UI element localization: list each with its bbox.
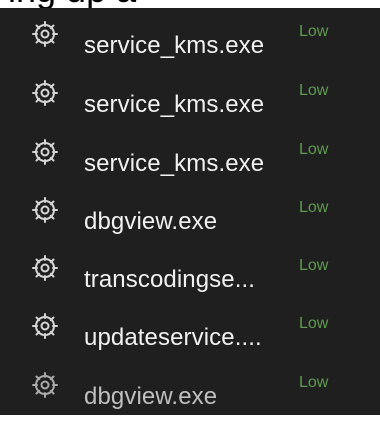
- process-row[interactable]: service_kms.exe Low: [0, 8, 380, 64]
- risk-level-label: Low: [299, 315, 329, 332]
- process-list-panel: ing up a service_kms.exe Low: [0, 0, 380, 423]
- process-row[interactable]: service_kms.exe Low: [0, 126, 380, 182]
- risk-level-label: Low: [299, 257, 329, 274]
- bottom-border-strip: [0, 415, 380, 423]
- risk-level-label: Low: [299, 82, 329, 99]
- gear-icon: [31, 20, 59, 48]
- gear-icon: [31, 371, 59, 399]
- process-name: dbgview.exe: [84, 383, 218, 410]
- process-list: service_kms.exe Low service_kms.exe Low: [0, 8, 380, 415]
- process-name: service_kms.exe: [84, 91, 265, 118]
- process-name: service_kms.exe: [84, 150, 265, 177]
- process-row[interactable]: service_kms.exe Low: [0, 67, 380, 123]
- process-name: dbgview.exe: [84, 208, 218, 235]
- gear-icon: [31, 79, 59, 107]
- risk-level-label: Low: [299, 374, 329, 391]
- risk-level-label: Low: [299, 141, 329, 158]
- process-name: updateservice....: [84, 324, 262, 351]
- risk-level-label: Low: [299, 199, 329, 216]
- top-cropped-header: ing up a: [0, 0, 380, 8]
- gear-icon: [31, 312, 59, 340]
- process-row[interactable]: dbgview.exe Low: [0, 184, 380, 240]
- cropped-header-text: ing up a: [8, 0, 136, 8]
- process-name: service_kms.exe: [84, 32, 265, 59]
- gear-icon: [31, 254, 59, 282]
- process-row[interactable]: dbgview.exe Low: [0, 359, 380, 415]
- process-row[interactable]: updateservice.... Low: [0, 300, 380, 356]
- risk-level-label: Low: [299, 23, 329, 40]
- gear-icon: [31, 196, 59, 224]
- process-name: transcodingse...: [84, 266, 256, 293]
- process-row[interactable]: transcodingse... Low: [0, 242, 380, 298]
- gear-icon: [31, 138, 59, 166]
